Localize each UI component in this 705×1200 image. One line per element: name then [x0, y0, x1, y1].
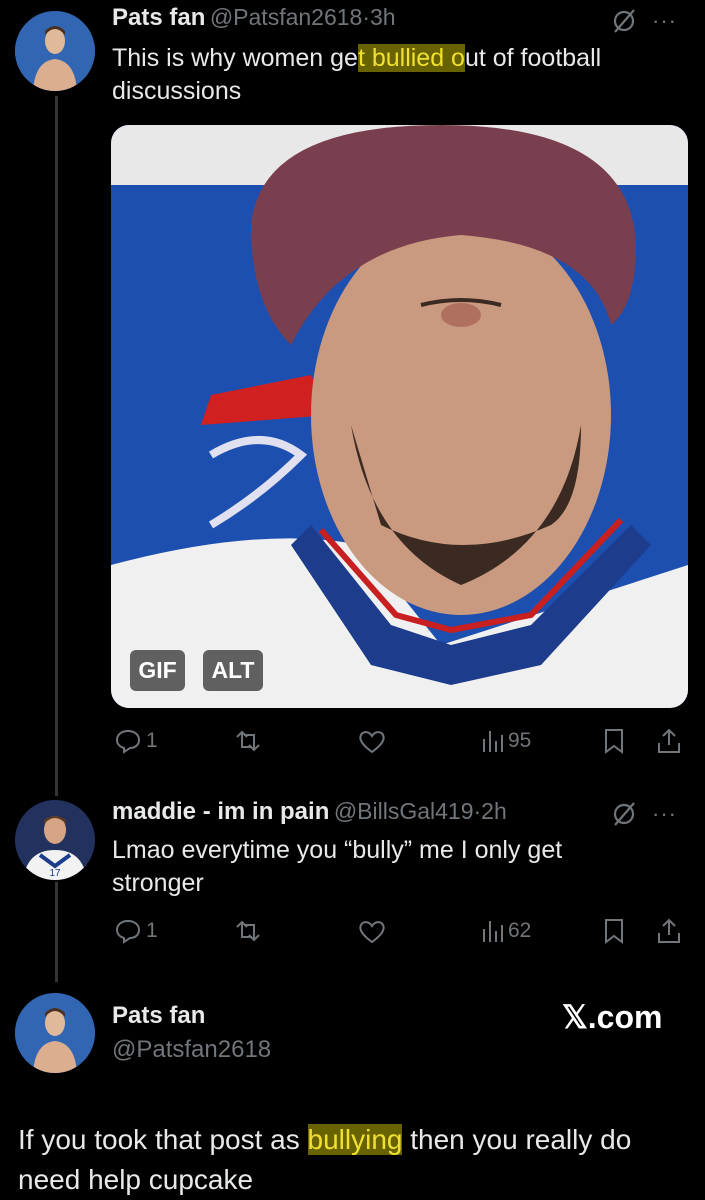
views-icon [483, 731, 503, 752]
svg-text:17: 17 [49, 868, 61, 879]
post-text: Lmao everytime you “bully” me I only get… [112, 836, 563, 897]
repost-button[interactable] [232, 917, 264, 945]
post-header: maddie - im in pain @BillsGal419·2h [112, 798, 507, 826]
like-button[interactable] [357, 727, 387, 755]
bookmark-icon [605, 729, 623, 754]
repost-icon [236, 730, 260, 752]
heart-icon [359, 731, 385, 754]
repost-icon [236, 920, 260, 942]
views-button[interactable]: 62 [480, 917, 531, 945]
grok-icon[interactable] [610, 800, 638, 833]
post-text: This is why women get bullied out of foo… [112, 44, 602, 105]
heart-icon [359, 921, 385, 944]
bookmark-button[interactable] [602, 727, 626, 755]
separator: · [362, 4, 371, 30]
views-button[interactable]: 95 [480, 727, 531, 755]
more-icon[interactable]: ··· [652, 8, 677, 34]
reply-button[interactable]: 1 [114, 727, 158, 755]
author-handle[interactable]: @Patsfan2618 [112, 1036, 271, 1064]
highlighted-text: bullying [307, 1124, 403, 1155]
share-icon [658, 728, 680, 753]
reply-icon [115, 919, 141, 944]
thread-line [55, 882, 58, 982]
grok-icon[interactable] [610, 7, 638, 40]
author-handle[interactable]: @Patsfan2618 [210, 4, 363, 30]
share-button[interactable] [655, 917, 683, 945]
brand-logo: 𝕏.com [562, 999, 663, 1035]
timestamp[interactable]: 2h [481, 798, 507, 824]
share-icon [658, 918, 680, 943]
avatar[interactable]: 17 [15, 800, 95, 880]
highlighted-text: t bullied o [357, 44, 465, 72]
reply-button[interactable]: 1 [114, 917, 158, 945]
like-button[interactable] [357, 917, 387, 945]
post-text: If you took that post as bullying then y… [18, 1124, 632, 1195]
author-handle[interactable]: @BillsGal419 [334, 798, 474, 824]
views-icon [483, 921, 503, 942]
reply-icon [115, 729, 141, 754]
bookmark-icon [605, 919, 623, 944]
author-name[interactable]: maddie - im in pain [112, 798, 329, 825]
bookmark-button[interactable] [602, 917, 626, 945]
repost-button[interactable] [232, 727, 264, 755]
gif-media[interactable] [111, 125, 688, 708]
alt-badge[interactable]: ALT [203, 650, 263, 691]
post-header: Pats fan @Patsfan2618·3h [112, 4, 396, 32]
share-button[interactable] [655, 727, 683, 755]
avatar[interactable] [15, 11, 95, 91]
author-name[interactable]: Pats fan [112, 4, 205, 31]
author-name[interactable]: Pats fan [112, 1002, 205, 1030]
more-icon[interactable]: ··· [652, 801, 677, 827]
thread-line [55, 96, 58, 796]
gif-badge[interactable]: GIF [130, 650, 185, 691]
avatar[interactable] [15, 993, 95, 1073]
timestamp[interactable]: 3h [370, 4, 396, 30]
